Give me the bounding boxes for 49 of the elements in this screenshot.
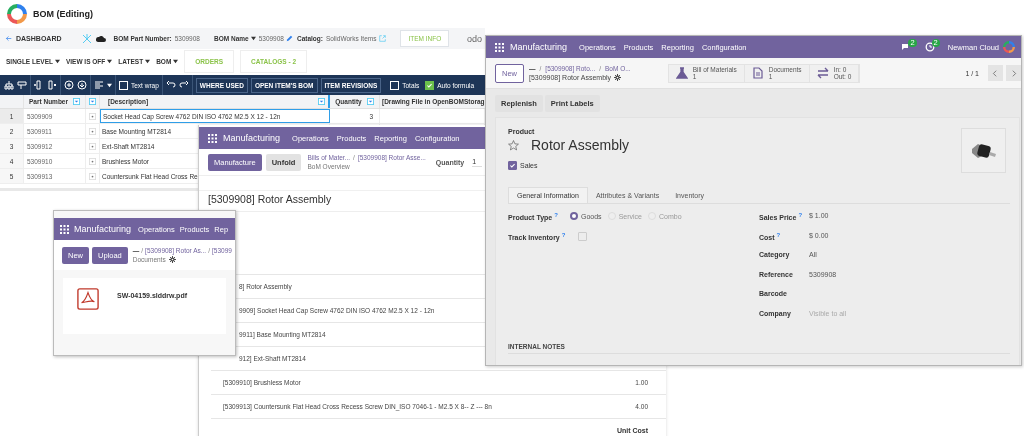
app-name[interactable]: Manufacturing — [74, 224, 132, 234]
gear-icon[interactable] — [614, 74, 622, 81]
align-icon[interactable] — [94, 80, 104, 90]
star-icon[interactable] — [508, 139, 519, 151]
product-image[interactable] — [961, 128, 1006, 173]
delete-column-icon[interactable] — [47, 80, 57, 90]
undo-icon[interactable] — [165, 80, 176, 90]
down-circle-icon[interactable] — [77, 80, 87, 90]
checkbox[interactable] — [508, 161, 517, 170]
hierarchy-icon[interactable] — [4, 80, 14, 90]
caret-icon — [54, 59, 60, 64]
logo-icon — [7, 4, 27, 24]
gear-icon[interactable] — [168, 256, 176, 263]
radio-button[interactable] — [570, 212, 578, 220]
bom-title: [5309908] Rotor Assembly — [208, 193, 332, 205]
cloud-icon[interactable] — [95, 33, 106, 44]
menu-icon[interactable] — [208, 133, 217, 143]
thumbnail-icon[interactable] — [89, 142, 96, 150]
redo-icon[interactable] — [178, 80, 189, 90]
thumbnail-icon[interactable] — [89, 172, 96, 180]
transfer-icon — [816, 67, 829, 79]
document-icon — [751, 67, 764, 79]
tag-icon[interactable] — [17, 80, 27, 90]
caret-icon — [173, 59, 179, 64]
checkbox[interactable] — [425, 80, 435, 90]
chevron-left-icon — [992, 69, 999, 77]
clock-icon[interactable] — [924, 42, 935, 52]
arrow-left-icon — [5, 35, 12, 42]
caret-icon — [145, 59, 151, 64]
logo-icon — [1003, 41, 1015, 53]
thumbnail-icon[interactable] — [89, 127, 96, 135]
thumbnail-icon[interactable] — [89, 112, 96, 120]
caret-icon[interactable] — [107, 82, 112, 88]
pdf-icon — [77, 288, 99, 310]
app-title: BOM (Editing) — [33, 9, 93, 19]
app-name[interactable]: Manufacturing — [510, 42, 568, 52]
add-circle-icon[interactable] — [64, 80, 74, 90]
caret-icon — [107, 59, 113, 64]
menu-icon[interactable] — [60, 224, 69, 234]
app-name[interactable]: Manufacturing — [223, 133, 281, 143]
logo-text: odo — [466, 33, 483, 44]
flask-icon — [675, 67, 688, 79]
caret-icon[interactable] — [250, 36, 256, 41]
pencil-icon[interactable] — [285, 35, 293, 42]
chevron-right-icon — [1010, 69, 1017, 77]
product-name: Rotor Assembly — [531, 137, 630, 153]
thumbnail-icon[interactable] — [89, 157, 96, 165]
insert-column-icon[interactable] — [34, 80, 44, 90]
menu-icon[interactable] — [495, 42, 504, 52]
